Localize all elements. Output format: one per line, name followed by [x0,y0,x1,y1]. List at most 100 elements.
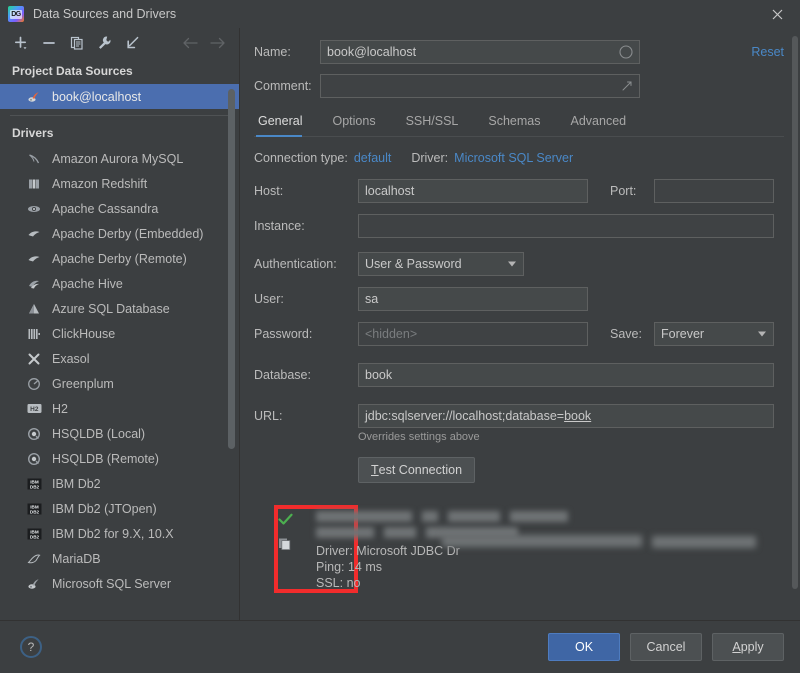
chevron-down-icon [758,331,766,337]
sidebar-item-book-localhost[interactable]: book@localhost [0,84,239,109]
driver-item-amazon-redshift[interactable]: Amazon Redshift [0,171,239,196]
sidebar-toolbar [0,28,239,58]
test-connection-row: Test Connection [358,457,784,483]
help-button[interactable]: ? [20,636,42,658]
navigate-forward-button[interactable] [205,31,231,55]
derby-icon [26,226,42,242]
driver-item-h2[interactable]: H2 H2 [0,396,239,421]
comment-input[interactable] [320,74,640,98]
sidebar: Project Data Sources book@localhost Driv… [0,28,240,620]
apply-button[interactable]: Apply [712,633,784,661]
url-row: URL: jdbc:sqlserver://localhost;database… [254,404,784,428]
import-data-source-button[interactable] [120,31,146,55]
svg-text:DB2: DB2 [29,484,39,489]
cassandra-icon [26,201,42,217]
driver-item-microsoft-sql-server[interactable]: Microsoft SQL Server [0,571,239,596]
close-icon[interactable] [754,0,800,28]
test-connection-button[interactable]: Test Connection [358,457,476,483]
driver-item-mariadb[interactable]: MariaDB [0,546,239,571]
driver-value[interactable]: Microsoft SQL Server [454,151,573,165]
save-value: Forever [661,327,705,341]
driver-item-ibm-db2[interactable]: IBM DB2 IBM Db2 [0,471,239,496]
driver-item-hsqldb-remote[interactable]: HSQLDB (Remote) [0,446,239,471]
data-source-settings-panel: Name: book@localhost Reset Comment: Gene… [240,28,800,620]
tab-options[interactable]: Options [330,108,389,136]
driver-item-greenplum[interactable]: Greenplum [0,371,239,396]
driver-item-label: Azure SQL Database [52,301,170,316]
copy-result-icon[interactable] [278,536,293,554]
database-row: Database: book [254,363,784,387]
dialog-body: Project Data Sources book@localhost Driv… [0,28,800,620]
driver-settings-button[interactable] [92,31,118,55]
driver-item-apache-cassandra[interactable]: Apache Cassandra [0,196,239,221]
save-select[interactable]: Forever [654,322,774,346]
name-input[interactable]: book@localhost [320,40,640,64]
connection-type-value[interactable]: default [354,151,392,165]
cancel-button[interactable]: Cancel [630,633,702,661]
test-result-area: Driver: Microsoft JDBC Dr Ping: 14 ms SS… [254,493,784,593]
url-label: URL: [254,409,283,423]
title-bar: DG Data Sources and Drivers [0,0,800,28]
db2-icon: IBM DB2 [26,476,42,492]
color-picker-circle-icon[interactable] [619,45,633,59]
password-row: Password: <hidden> Save: Forever [254,322,784,346]
driver-item-apache-derby-embedded[interactable]: Apache Derby (Embedded) [0,221,239,246]
driver-item-exasol[interactable]: Exasol [0,346,239,371]
host-input[interactable]: localhost [358,179,588,203]
settings-scrollbar[interactable] [791,36,799,612]
user-input[interactable]: sa [358,287,588,311]
url-input-prefix: jdbc:sqlserver://localhost;database= [365,409,565,423]
host-label: Host: [254,184,284,198]
driver-item-azure-sql-database[interactable]: Azure SQL Database [0,296,239,321]
hive-icon [26,276,42,292]
driver-item-label: ClickHouse [52,326,116,341]
add-data-source-button[interactable] [8,31,34,55]
driver-item-apache-hive[interactable]: Apache Hive [0,271,239,296]
remove-data-source-button[interactable] [36,31,62,55]
database-label: Database: [254,368,311,382]
azure-icon [26,301,42,317]
derby-icon [26,251,42,267]
driver-item-amazon-aurora-mysql[interactable]: Amazon Aurora MySQL [0,146,239,171]
driver-item-clickhouse[interactable]: ClickHouse [0,321,239,346]
driver-item-hsqldb-local[interactable]: HSQLDB (Local) [0,421,239,446]
driver-item-label: Apache Derby (Embedded) [52,226,204,241]
driver-item-label: Exasol [52,351,90,366]
tab-advanced[interactable]: Advanced [569,108,641,136]
db2-icon: IBM DB2 [26,501,42,517]
tab-general[interactable]: General [256,108,316,137]
password-input[interactable]: <hidden> [358,322,588,346]
apply-accel: A [732,640,741,654]
settings-scrollbar-thumb[interactable] [792,36,798,589]
duplicate-data-source-button[interactable] [64,31,90,55]
connection-form: Host: localhost Port: Instance: Authenti… [254,179,784,593]
tab-ssh-ssl[interactable]: SSH/SSL [404,108,473,136]
port-label: Port: [610,184,637,198]
data-sources-tree: book@localhost Drivers Amazon Aurora MyS… [0,84,239,620]
expand-editor-icon[interactable] [621,80,633,92]
drivers-header: Drivers [12,126,54,140]
driver-item-label: IBM Db2 [52,476,101,491]
url-input[interactable]: jdbc:sqlserver://localhost;database= book [358,404,774,428]
reset-link[interactable]: Reset [751,45,784,59]
test-connection-accel: T [371,463,379,477]
database-input[interactable]: book [358,363,774,387]
authentication-select[interactable]: User & Password [358,252,524,276]
navigate-back-button[interactable] [177,31,203,55]
instance-input[interactable] [358,214,774,238]
driver-item-label: Microsoft SQL Server [52,576,172,591]
driver-item-apache-derby-remote[interactable]: Apache Derby (Remote) [0,246,239,271]
driver-item-ibm-db2-jtopen[interactable]: IBM DB2 IBM Db2 (JTOpen) [0,496,239,521]
sidebar-scrollbar[interactable] [225,84,237,620]
driver-item-label: MariaDB [52,551,101,566]
hsqldb-icon [26,426,42,442]
port-input[interactable] [654,179,774,203]
test-result-text: Driver: Microsoft JDBC Dr Ping: 14 ms SS… [316,493,784,591]
tab-schemas[interactable]: Schemas [486,108,554,136]
ok-button[interactable]: OK [548,633,620,661]
datagrip-logo-text: DG [10,9,22,19]
sidebar-scrollbar-thumb[interactable] [228,89,235,449]
driver-item-ibm-db2-9x-10x[interactable]: IBM DB2 IBM Db2 for 9.X, 10.X [0,521,239,546]
svg-text:DB2: DB2 [29,534,39,539]
url-hint: Overrides settings above [358,431,480,443]
